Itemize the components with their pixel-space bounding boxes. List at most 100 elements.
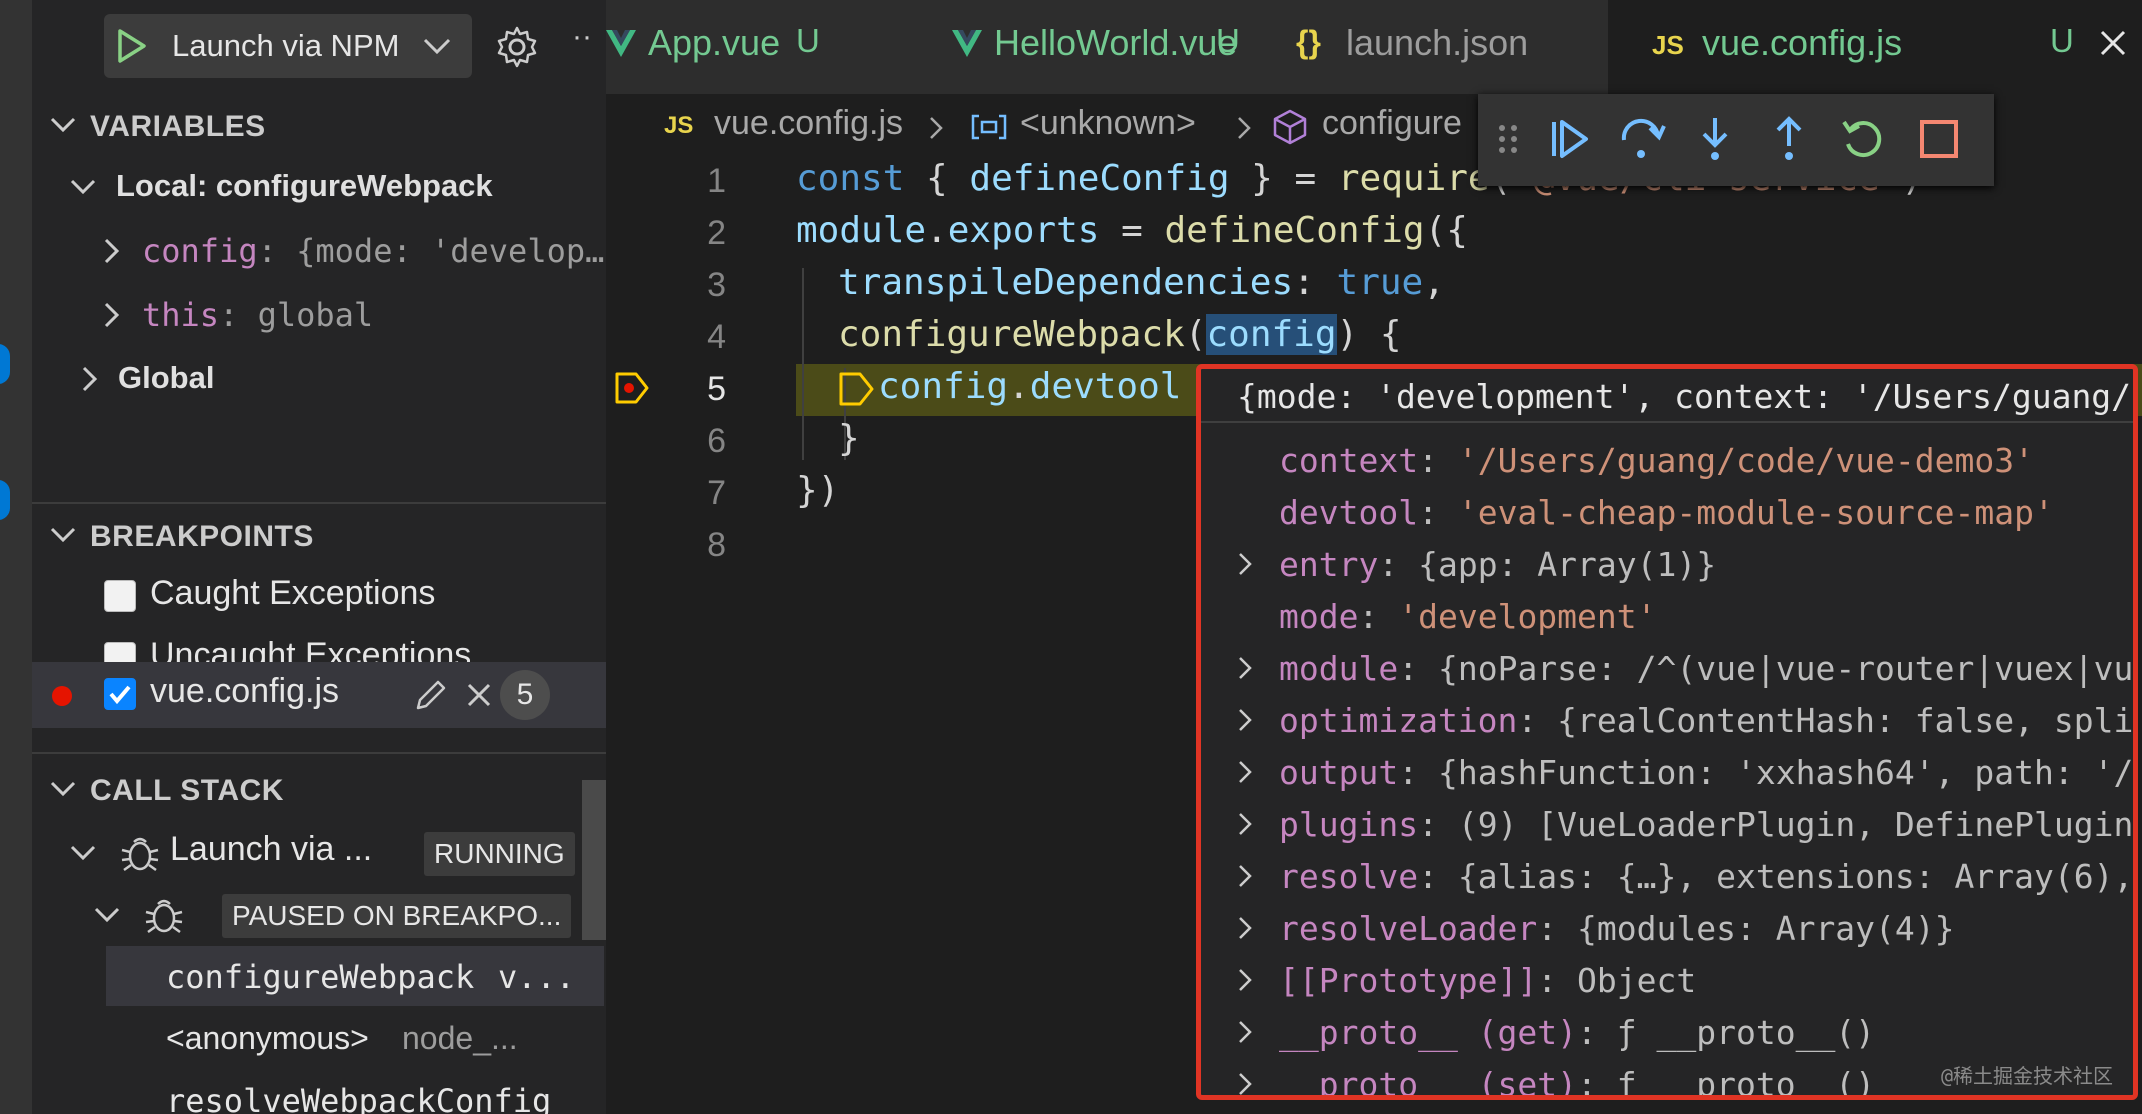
- tab-label: launch.json: [1346, 22, 1529, 63]
- line-number: 2: [707, 214, 726, 252]
- variable-row-config[interactable]: config: {mode: 'develop…: [32, 226, 606, 276]
- step-out-icon[interactable]: [1764, 114, 1814, 164]
- scope-local[interactable]: Local: configureWebpack: [32, 162, 606, 212]
- variable-name: config: [142, 232, 258, 270]
- code-line-6: }: [838, 418, 860, 459]
- gear-icon[interactable]: [494, 24, 540, 70]
- call-stack-section-header[interactable]: CALL STACK: [32, 766, 606, 816]
- vue-file-icon: [606, 30, 636, 57]
- hover-property-row[interactable]: resolveLoader: {modules: Array(4)}: [1201, 903, 2133, 955]
- close-icon[interactable]: [2098, 28, 2128, 58]
- chevron-right-icon: [1239, 969, 1252, 991]
- scope-global[interactable]: Global: [32, 354, 606, 404]
- breakpoints-section-header[interactable]: BREAKPOINTS: [32, 512, 606, 562]
- launch-config-label: Launch via NPM: [172, 28, 400, 63]
- debug-action-toolbar: [1478, 94, 1994, 186]
- tab-helloworld-vue[interactable]: HelloWorld.vue U: [902, 0, 1249, 94]
- hover-property-name: __proto__ (set): [1279, 1065, 1578, 1100]
- code-line-3: transpileDependencies: true,: [838, 262, 1445, 303]
- stop-icon[interactable]: [1914, 114, 1964, 164]
- tab-vue-config-js[interactable]: JS vue.config.js U: [1608, 0, 2142, 94]
- variable-value: {mode: 'develop…: [296, 232, 605, 270]
- thread-row[interactable]: PAUSED ON BREAKPO...: [32, 884, 606, 944]
- vue-file-icon: [952, 30, 982, 57]
- hover-property-name: entry: [1279, 545, 1379, 584]
- hover-property-row[interactable]: resolve: {alias: {…}, extensions: Array(…: [1201, 851, 2133, 903]
- tab-label: App.vue: [648, 22, 781, 63]
- hover-property-name: [[Prototype]]: [1279, 961, 1538, 1000]
- hover-property-name: mode: [1279, 597, 1359, 636]
- step-into-icon[interactable]: [1690, 114, 1740, 164]
- chevron-right-icon: [1239, 553, 1252, 575]
- tab-status: U: [796, 22, 820, 59]
- breakpoint-line-badge: 5: [500, 670, 550, 720]
- hover-property-name: output: [1279, 753, 1399, 792]
- chevron-down-icon: [94, 907, 120, 923]
- hover-property-row[interactable]: module: {noParse: /^(vue|vue-router|vuex…: [1201, 643, 2133, 695]
- chevron-down-icon: [50, 527, 76, 543]
- breakpoint-file-label: vue.config.js: [150, 672, 339, 710]
- breakpoint-dot-icon: [52, 686, 72, 706]
- hover-property-value: {realContentHash: false, splitCh: [1557, 701, 2138, 740]
- launch-config-select[interactable]: Launch via NPM: [104, 14, 472, 78]
- debug-session-row[interactable]: Launch via ... RUNNING: [32, 822, 606, 882]
- activity-indicator[interactable]: [0, 480, 10, 520]
- line-number: 4: [707, 318, 726, 356]
- tab-status: U: [1216, 22, 1240, 59]
- variable-row-this[interactable]: this: global: [32, 290, 606, 340]
- edit-pencil-icon[interactable]: [410, 676, 450, 716]
- activity-bar: [0, 0, 32, 1114]
- hover-property-value: {hashFunction: 'xxhash64', path: '/Use: [1437, 753, 2138, 792]
- tab-launch-json[interactable]: {} launch.json: [1248, 0, 1609, 94]
- hover-property-value: '/Users/guang/code/vue-demo3': [1457, 441, 2034, 480]
- stack-frame[interactable]: resolveWebpackConfig: [106, 1070, 604, 1114]
- chevron-right-icon: [1239, 917, 1252, 939]
- breadcrumb-file[interactable]: vue.config.js: [714, 104, 903, 143]
- hover-property-row[interactable]: [[Prototype]]: Object: [1201, 955, 2133, 1007]
- code-line-5: config.devtool: [878, 366, 1182, 407]
- line-number: 1: [707, 162, 726, 200]
- indent-guide: [802, 268, 804, 460]
- hover-property-value: ƒ __proto__(): [1616, 1013, 1876, 1052]
- tab-app-vue[interactable]: App.vue U: [606, 0, 903, 94]
- hover-property-name: context: [1279, 441, 1419, 480]
- start-debugging-icon[interactable]: [116, 28, 148, 64]
- more-actions-icon[interactable]: ··: [572, 20, 592, 54]
- hover-property-name: resolve: [1279, 857, 1419, 896]
- hover-property-row[interactable]: entry: {app: Array(1)}: [1201, 539, 2133, 591]
- hover-property-name: module: [1279, 649, 1399, 688]
- debug-hover-widget[interactable]: {mode: 'development', context: '/Users/g…: [1196, 364, 2138, 1100]
- variables-section-header[interactable]: VARIABLES: [32, 102, 606, 152]
- stack-frame[interactable]: <anonymous> node_...: [106, 1008, 604, 1068]
- scope-global-label: Global: [118, 360, 215, 395]
- sidebar-scrollbar[interactable]: [582, 780, 606, 940]
- breakpoint-enabled-checkbox[interactable]: [104, 678, 136, 710]
- breakpoint-paused-icon[interactable]: [614, 370, 650, 406]
- hover-property-row[interactable]: optimization: {realContentHash: false, s…: [1201, 695, 2133, 747]
- breadcrumb-item[interactable]: configure: [1322, 104, 1462, 143]
- hover-property-value: 'development': [1398, 597, 1657, 636]
- chevron-right-icon: [1239, 1073, 1252, 1095]
- hover-property-row[interactable]: __proto__ (get): ƒ __proto__(): [1201, 1007, 2133, 1059]
- drag-handle-icon[interactable]: [1496, 114, 1520, 164]
- breadcrumb-item[interactable]: <unknown>: [1020, 104, 1196, 143]
- caught-exceptions-label: Caught Exceptions: [150, 574, 436, 612]
- remove-breakpoint-icon[interactable]: [464, 680, 494, 710]
- hover-property-row: devtool: 'eval-cheap-module-source-map': [1279, 493, 2054, 532]
- hover-property-row[interactable]: output: {hashFunction: 'xxhash64', path:…: [1201, 747, 2133, 799]
- step-over-icon[interactable]: [1616, 114, 1666, 164]
- section-divider: [32, 502, 606, 504]
- stack-frame[interactable]: configureWebpack v...: [106, 946, 604, 1006]
- inline-breakpoint-icon: [839, 372, 874, 406]
- activity-indicator[interactable]: [0, 344, 10, 384]
- hover-property-value: ƒ __proto__(): [1616, 1065, 1876, 1100]
- continue-icon[interactable]: [1544, 114, 1594, 164]
- tab-label: vue.config.js: [1702, 22, 1903, 63]
- hover-property-row[interactable]: plugins: (9) [VueLoaderPlugin, DefinePlu…: [1201, 799, 2133, 851]
- line-number: 7: [707, 474, 726, 512]
- caught-exceptions-checkbox[interactable]: [104, 580, 136, 612]
- tab-label: HelloWorld.vue: [994, 22, 1238, 63]
- restart-icon[interactable]: [1838, 114, 1888, 164]
- chevron-right-icon: [1239, 865, 1252, 887]
- breakpoint-item[interactable]: vue.config.js 5: [32, 662, 606, 728]
